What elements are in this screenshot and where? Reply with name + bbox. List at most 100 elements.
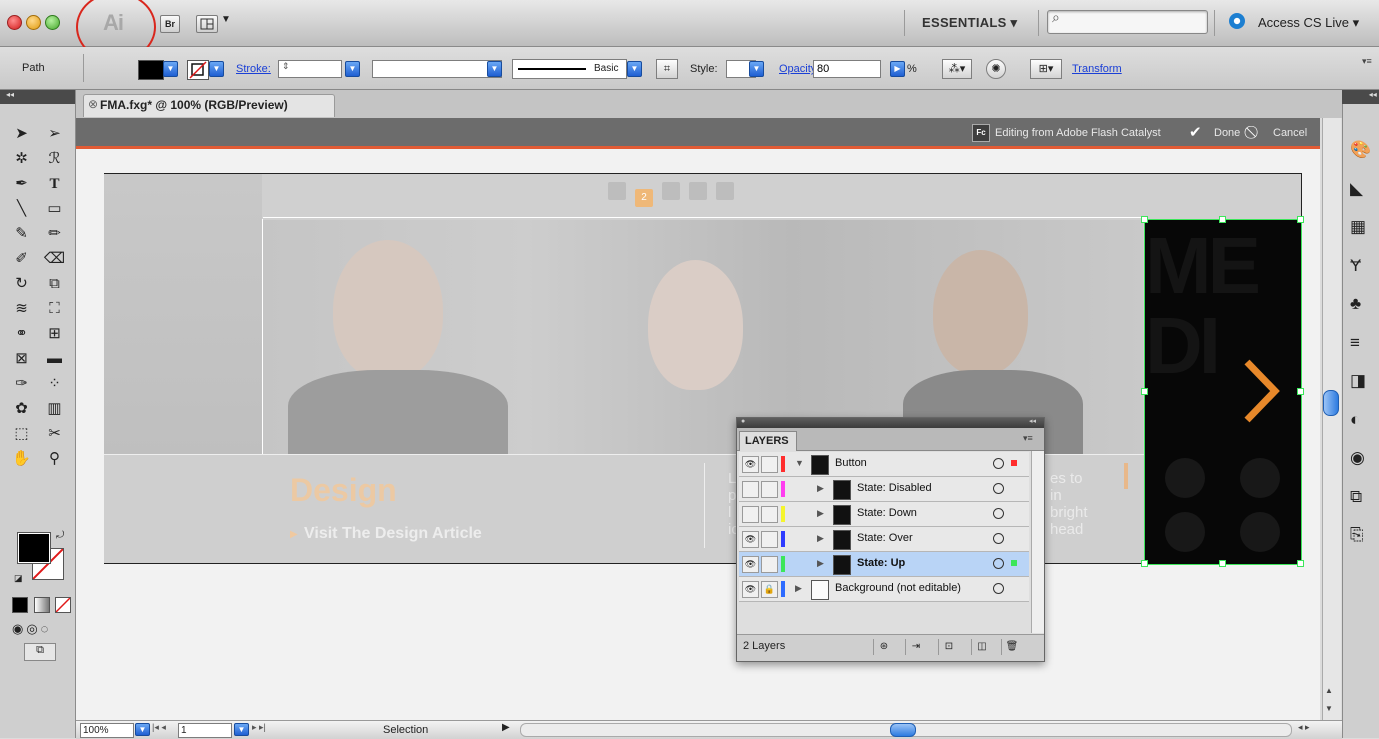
locate-object-icon[interactable]: ⊛ xyxy=(873,639,894,655)
appearance-panel-icon[interactable]: ◉ xyxy=(1350,439,1371,478)
color-guide-icon[interactable]: ◣ xyxy=(1350,170,1371,209)
scroll-down-arrow-icon[interactable]: ▼ xyxy=(1325,704,1333,713)
target-circle-icon[interactable] xyxy=(993,508,1004,519)
lock-toggle[interactable] xyxy=(761,556,778,573)
gradient-panel-icon[interactable]: ◨ xyxy=(1350,362,1371,401)
screen-mode-button[interactable]: ⧉ xyxy=(24,643,56,661)
eraser-tool-icon[interactable]: ⌫ xyxy=(39,248,70,270)
first-artboard-icon[interactable]: |◂ ◂ xyxy=(152,722,166,733)
lock-icon[interactable]: 🔒 xyxy=(761,581,778,598)
artboard-dropdown[interactable]: ▼ xyxy=(234,723,249,736)
panel-menu-icon[interactable]: ▾≡ xyxy=(1023,433,1033,444)
stepper-arrows-icon[interactable]: ⇕ xyxy=(282,61,290,72)
artboard-number-field[interactable]: 1 xyxy=(178,723,232,738)
fill-dropdown-button[interactable]: ▼ xyxy=(163,61,178,77)
cs-live-menu[interactable]: Access CS Live ▾ xyxy=(1258,15,1359,31)
direct-selection-tool-icon[interactable]: ➢ xyxy=(39,123,70,145)
layer-name[interactable]: State: Over xyxy=(857,532,913,544)
chevron-right-icon[interactable]: ▶ xyxy=(817,508,824,519)
chevron-down-icon[interactable]: ▼ xyxy=(795,458,804,468)
new-sublayer-icon[interactable]: ⊡ xyxy=(938,639,959,655)
selected-button-artwork[interactable]: ME DI xyxy=(1144,219,1302,565)
layer-name[interactable]: State: Down xyxy=(857,507,917,519)
lock-toggle[interactable] xyxy=(761,506,778,523)
layers-scrollbar[interactable] xyxy=(1031,451,1044,633)
bridge-button[interactable]: Br xyxy=(160,15,180,33)
arrange-documents-button[interactable] xyxy=(196,15,218,33)
zoom-dropdown[interactable]: ▼ xyxy=(135,723,150,736)
reference-point-icon[interactable]: ⊞▾ xyxy=(1030,59,1062,79)
selection-handle[interactable] xyxy=(1297,216,1304,223)
eye-icon[interactable]: 👁 xyxy=(742,456,759,473)
minimize-window-button[interactable] xyxy=(26,15,41,30)
fill-color-swatch[interactable] xyxy=(138,60,164,80)
zoom-window-button[interactable] xyxy=(45,15,60,30)
lasso-tool-icon[interactable]: ℛ xyxy=(39,148,70,170)
done-button[interactable]: Done xyxy=(1214,127,1240,139)
chevron-right-icon[interactable]: ▶ xyxy=(817,483,824,494)
selection-handle[interactable] xyxy=(1141,388,1148,395)
free-transform-tool-icon[interactable]: ⛶ xyxy=(39,298,70,320)
layers-panel-icon[interactable]: ⎘ xyxy=(1350,516,1371,555)
stroke-color-swatch[interactable] xyxy=(187,60,209,80)
lock-toggle[interactable] xyxy=(761,481,778,498)
selection-handle[interactable] xyxy=(1297,388,1304,395)
chevron-down-icon[interactable]: ▼ xyxy=(221,14,231,25)
workspace-switcher[interactable]: ESSENTIALS ▾ xyxy=(922,15,1017,31)
selection-handle[interactable] xyxy=(1219,560,1226,567)
search-input[interactable] xyxy=(1047,10,1208,34)
cs-live-icon[interactable] xyxy=(1229,13,1245,29)
opacity-input[interactable] xyxy=(813,60,881,78)
eye-icon[interactable]: 👁 xyxy=(742,556,759,573)
brush-dropdown[interactable]: ▼ xyxy=(627,61,642,77)
opacity-slider-button[interactable]: ▶ xyxy=(890,61,905,77)
mesh-tool-icon[interactable]: ⊠ xyxy=(6,348,37,370)
close-panel-icon[interactable]: ● xyxy=(741,418,745,425)
symbols-panel-icon[interactable]: ♣ xyxy=(1350,285,1371,324)
close-window-button[interactable] xyxy=(7,15,22,30)
make-clipping-mask-icon[interactable]: ⇥ xyxy=(905,639,926,655)
target-circle-icon[interactable] xyxy=(993,558,1004,569)
stroke-weight-dropdown[interactable]: ▼ xyxy=(345,61,360,77)
chevron-right-icon[interactable]: ▶ xyxy=(817,558,824,569)
selection-handle[interactable] xyxy=(1141,216,1148,223)
chevron-right-icon[interactable]: ▶ xyxy=(795,583,802,594)
layer-row[interactable]: ▶ State: Down xyxy=(739,502,1029,527)
blob-brush-tool-icon[interactable]: ✐ xyxy=(6,248,37,270)
rectangle-tool-icon[interactable]: ▭ xyxy=(39,198,70,220)
horizontal-scroll-thumb[interactable] xyxy=(890,723,916,737)
collapse-panel-icon[interactable]: ◂◂ xyxy=(1029,417,1036,425)
layer-row[interactable]: 👁 🔒 ▶ Background (not editable) xyxy=(739,577,1029,602)
graphic-styles-panel-icon[interactable]: ⧉ xyxy=(1350,478,1371,517)
color-mode-button[interactable] xyxy=(12,597,28,613)
pencil-tool-icon[interactable]: ✏ xyxy=(39,223,70,245)
tab-layers[interactable]: LAYERS xyxy=(739,431,797,451)
pager-dot-active[interactable]: 2 xyxy=(635,189,653,207)
transparency-panel-icon[interactable]: ◐ xyxy=(1350,401,1371,440)
hand-tool-icon[interactable]: ✋ xyxy=(6,448,37,470)
layers-panel-titlebar[interactable] xyxy=(737,418,1044,428)
target-circle-icon[interactable] xyxy=(993,583,1004,594)
pager-dot[interactable] xyxy=(689,182,707,200)
selection-square-indicator[interactable] xyxy=(1011,460,1017,466)
close-tab-icon[interactable]: ⊗ xyxy=(88,97,98,111)
magic-wand-tool-icon[interactable]: ✲ xyxy=(6,148,37,170)
scroll-thumb[interactable] xyxy=(1323,390,1339,416)
swatches-panel-icon[interactable]: ▦ xyxy=(1350,208,1371,247)
layer-row[interactable]: 👁 ▼ Button xyxy=(739,452,1029,477)
pager-dot[interactable] xyxy=(662,182,680,200)
selection-tool-icon[interactable]: ➤ xyxy=(6,123,37,145)
visibility-toggle[interactable] xyxy=(742,506,759,523)
fill-indicator[interactable] xyxy=(17,532,51,564)
rotate-tool-icon[interactable]: ↻ xyxy=(6,273,37,295)
cancel-button[interactable]: Cancel xyxy=(1273,127,1307,139)
target-circle-icon[interactable] xyxy=(993,458,1004,469)
layer-name[interactable]: Background (not editable) xyxy=(835,582,961,594)
swap-colors-icon[interactable]: ⤾ xyxy=(56,530,64,541)
style-dropdown[interactable]: ▼ xyxy=(749,61,764,77)
stroke-dropdown-button[interactable]: ▼ xyxy=(209,61,224,77)
last-artboard-icon[interactable]: ▸ ▸| xyxy=(252,722,266,733)
panel-menu-icon[interactable]: ▾≡ xyxy=(1362,56,1372,67)
shape-builder-tool-icon[interactable]: ⚭ xyxy=(6,323,37,345)
layer-name[interactable]: State: Disabled xyxy=(857,482,932,494)
